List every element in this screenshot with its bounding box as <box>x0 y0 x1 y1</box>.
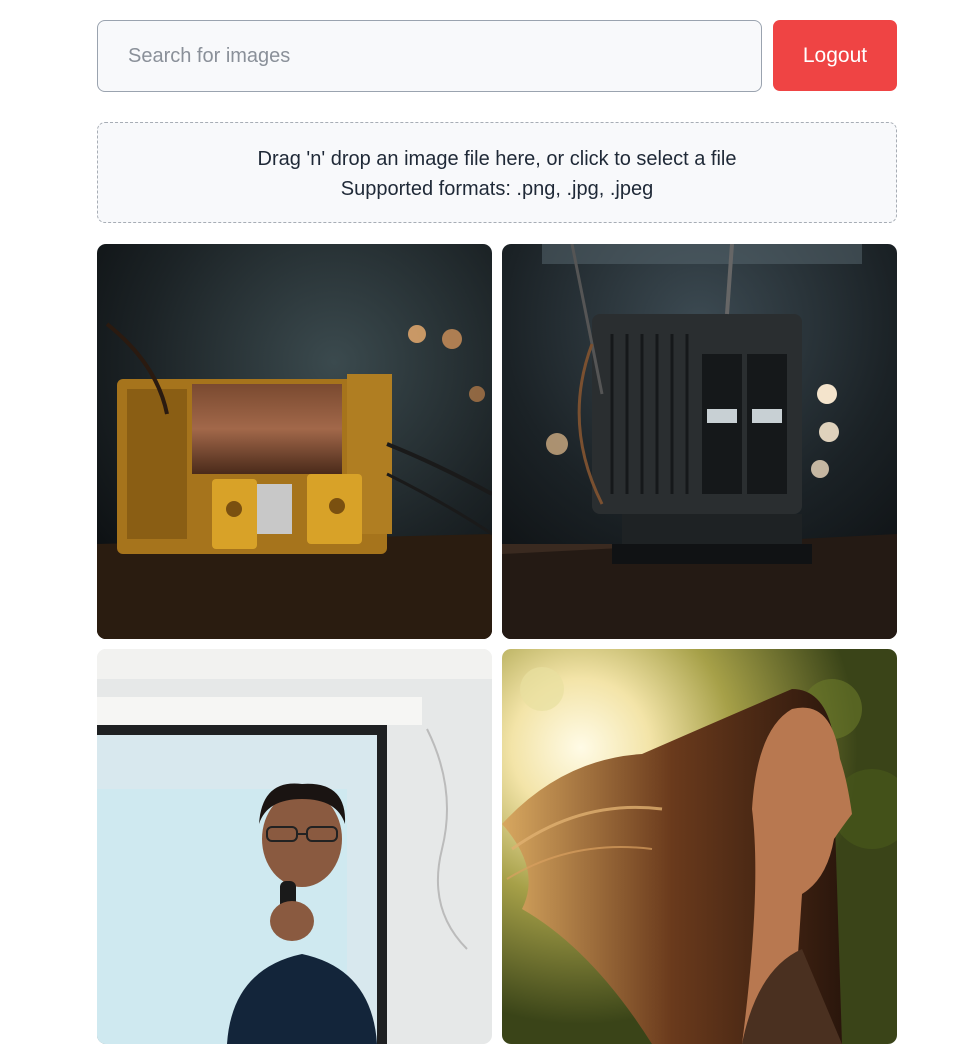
speaker-image <box>97 649 492 1044</box>
gallery-image-speaker[interactable] <box>97 649 492 1044</box>
gallery-image-transformer-brass[interactable] <box>97 244 492 639</box>
image-upload-dropzone[interactable]: Drag 'n' drop an image file here, or cli… <box>97 122 897 223</box>
gallery-image-woman-sunlight[interactable] <box>502 649 897 1044</box>
top-bar: Logout <box>97 20 897 92</box>
gallery-image-transformer-black[interactable] <box>502 244 897 639</box>
search-input[interactable] <box>97 20 762 92</box>
logout-button[interactable]: Logout <box>773 20 897 91</box>
dropzone-instruction: Drag 'n' drop an image file here, or cli… <box>257 148 737 170</box>
transformer-brass-image <box>97 244 492 639</box>
woman-sunlight-image <box>502 649 897 1044</box>
transformer-black-image <box>502 244 897 639</box>
dropzone-formats: Supported formats: .png, .jpg, .jpeg <box>340 178 654 200</box>
